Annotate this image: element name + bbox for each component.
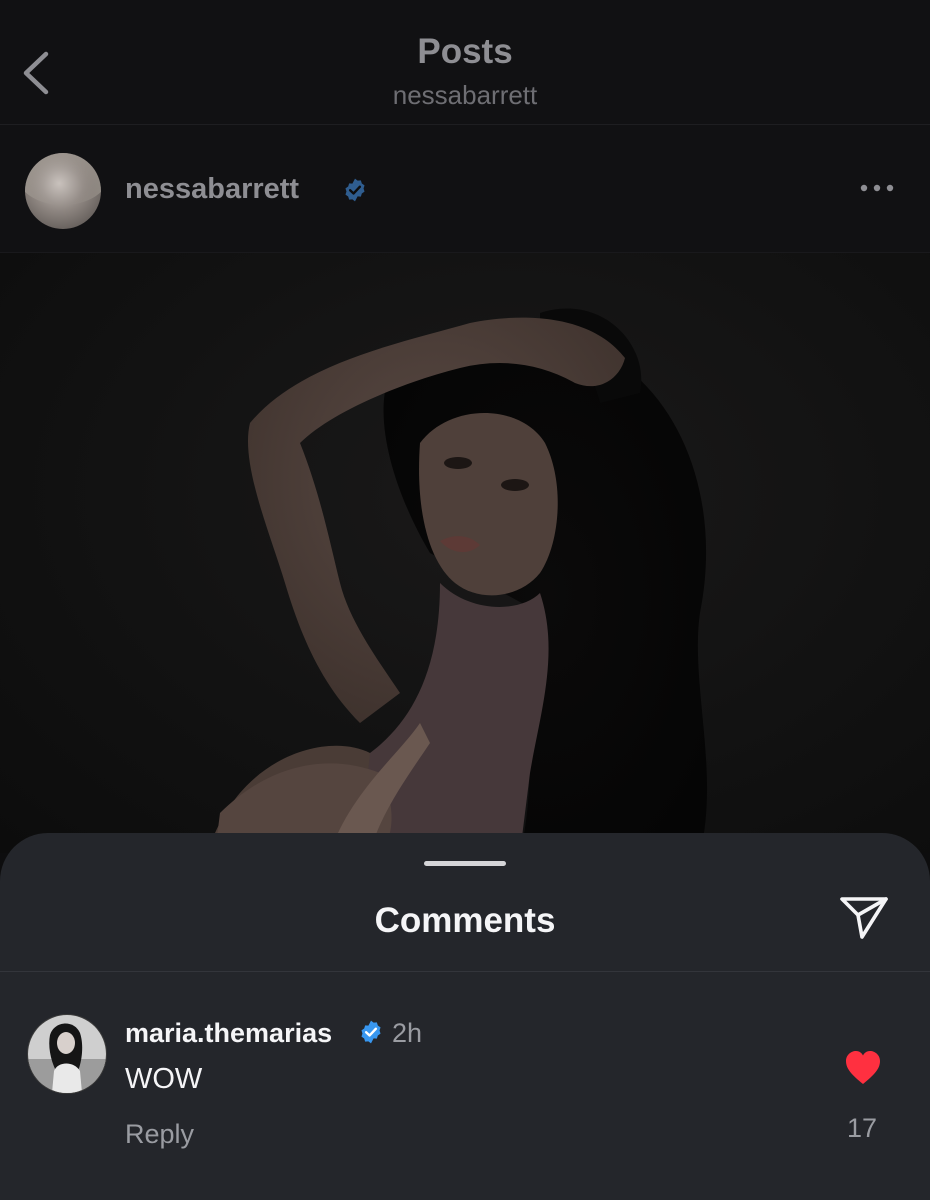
post-author-row: nessabarrett [0, 125, 930, 253]
reply-button[interactable]: Reply [125, 1119, 194, 1150]
author-username[interactable]: nessabarrett [125, 173, 299, 206]
page-title: Posts [417, 32, 513, 71]
page-subtitle: nessabarrett [392, 80, 538, 110]
comments-title: Comments [374, 901, 556, 940]
like-count: 17 [846, 1113, 878, 1143]
comments-sheet: Comments maria.themarias 2h WOW Reply 17 [0, 833, 930, 1200]
sheet-drag-handle[interactable] [424, 861, 506, 866]
commenter-avatar-illustration [28, 1015, 106, 1093]
verified-badge-icon [345, 178, 365, 202]
post-photo[interactable] [0, 253, 930, 853]
comment-timestamp: 2h [392, 1018, 423, 1048]
sheet-divider [0, 971, 930, 972]
more-options-icon[interactable] [859, 180, 895, 196]
top-nav-bar: Posts nessabarrett [0, 0, 930, 125]
author-avatar[interactable] [25, 153, 101, 229]
post-photo-illustration [215, 308, 708, 853]
commenter-avatar[interactable] [27, 1014, 107, 1094]
comment-text: WOW [125, 1063, 203, 1095]
avatar-hair-shape [25, 153, 101, 205]
share-send-icon[interactable] [838, 893, 890, 943]
verified-badge-icon [361, 1020, 381, 1044]
comment-username[interactable]: maria.themarias [125, 1018, 332, 1049]
heart-icon[interactable] [844, 1050, 882, 1086]
